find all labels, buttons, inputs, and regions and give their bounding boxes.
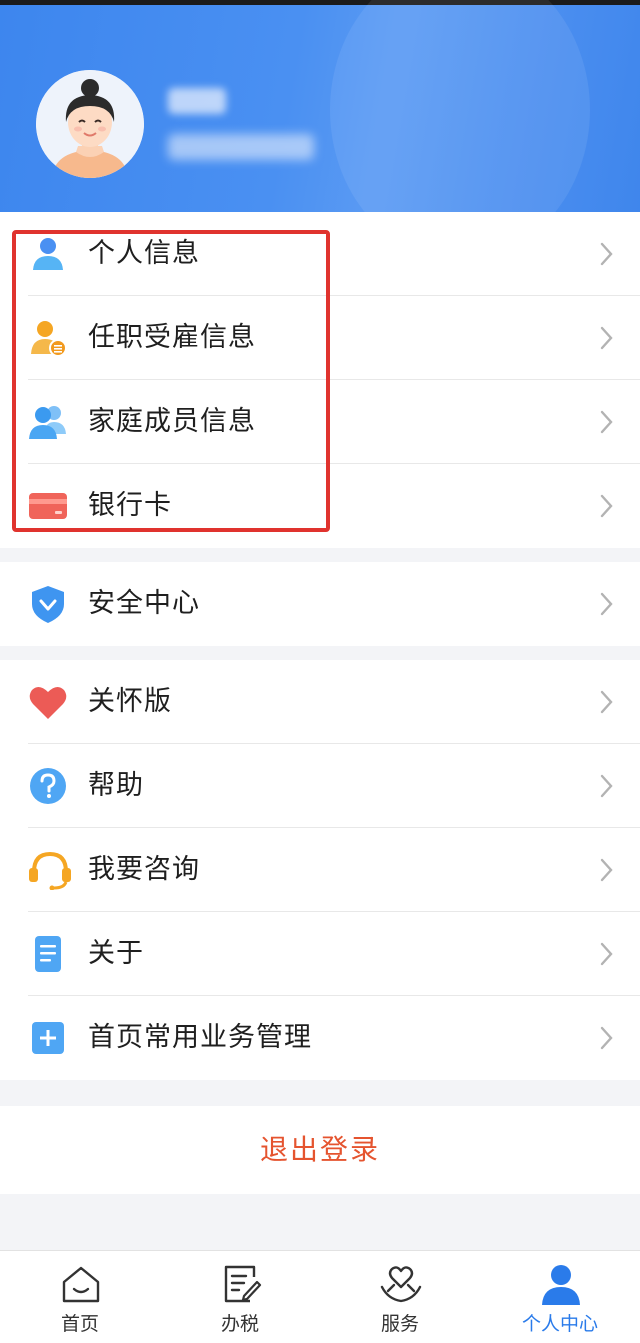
question-icon (28, 766, 68, 806)
menu-item-help[interactable]: 帮助 (0, 744, 640, 828)
bottom-tab-bar: 首页 办税 服务 个人中心 (0, 1250, 640, 1343)
edit-icon (220, 1263, 262, 1305)
menu-item-care-version[interactable]: 关怀版 (0, 660, 640, 744)
plus-square-icon (28, 1018, 68, 1058)
menu-item-consult[interactable]: 我要咨询 (0, 828, 640, 912)
chevron-right-icon (600, 326, 614, 350)
document-icon (28, 934, 68, 974)
chevron-right-icon (600, 494, 614, 518)
menu-item-label: 帮助 (88, 770, 144, 801)
menu-item-security-center[interactable]: 安全中心 (0, 562, 640, 646)
logout-button[interactable]: 退出登录 (0, 1106, 640, 1194)
header-decoration (330, 0, 590, 212)
tab-label: 服务 (380, 1313, 419, 1335)
highlight-box (12, 230, 330, 532)
chevron-right-icon (600, 942, 614, 966)
menu-item-homepage-business-management[interactable]: 首页常用业务管理 (0, 996, 640, 1080)
menu-item-about[interactable]: 关于 (0, 912, 640, 996)
avatar[interactable] (36, 70, 144, 178)
tab-label: 首页 (60, 1313, 99, 1335)
chevron-right-icon (600, 774, 614, 798)
heart-hand-icon (380, 1263, 422, 1305)
security-group: 安全中心 (0, 562, 640, 646)
tab-label: 办税 (220, 1313, 259, 1335)
chevron-right-icon (600, 690, 614, 714)
heart-icon (28, 682, 68, 722)
tab-personal-center[interactable]: 个人中心 (480, 1251, 640, 1343)
chevron-right-icon (600, 242, 614, 266)
chevron-right-icon (600, 858, 614, 882)
home-icon (60, 1263, 102, 1305)
menu-item-label: 首页常用业务管理 (88, 1022, 312, 1053)
avatar-woman-icon (36, 70, 144, 178)
tab-label: 个人中心 (521, 1313, 598, 1335)
username-blurred (168, 88, 226, 114)
chevron-right-icon (600, 592, 614, 616)
tab-tax[interactable]: 办税 (160, 1251, 320, 1343)
menu-item-label: 关于 (88, 938, 144, 969)
tab-services[interactable]: 服务 (320, 1251, 480, 1343)
chevron-right-icon (600, 410, 614, 434)
chevron-right-icon (600, 1026, 614, 1050)
menu-item-label: 我要咨询 (88, 854, 200, 885)
account-info-blurred (168, 134, 314, 160)
headset-icon (28, 850, 71, 891)
menu-item-label: 安全中心 (88, 588, 200, 619)
tab-home[interactable]: 首页 (0, 1251, 160, 1343)
support-group: 关怀版 帮助 我要咨询 关于 首页常用业务管理 (0, 660, 640, 1080)
user-icon (540, 1263, 582, 1305)
shield-icon (28, 584, 68, 624)
profile-header (0, 0, 640, 212)
menu-item-label: 关怀版 (88, 686, 172, 717)
